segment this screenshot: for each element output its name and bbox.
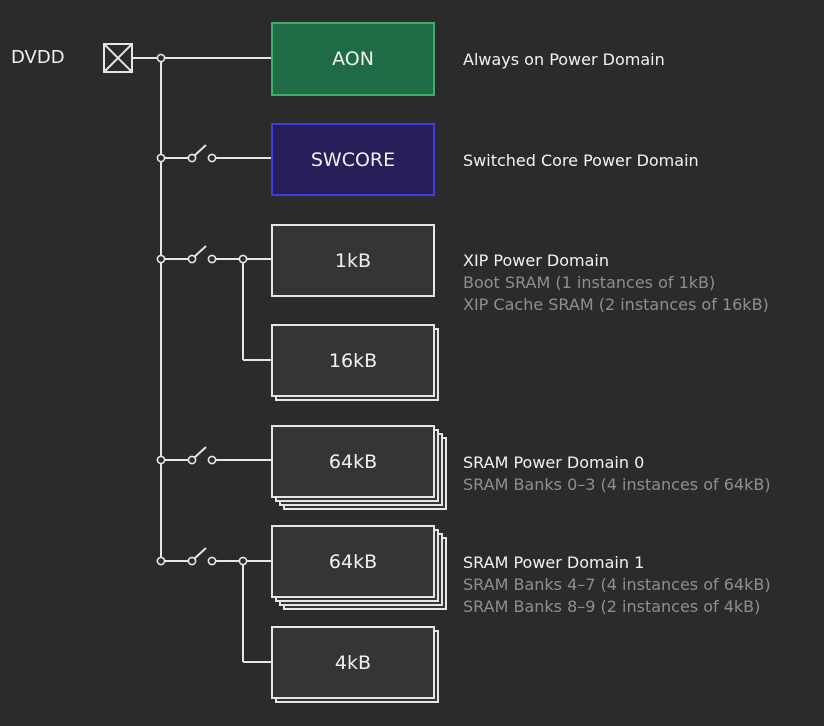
xip-domain-label: XIP Power Domain Boot SRAM (1 instances … bbox=[463, 250, 769, 316]
swcore-domain-label: Switched Core Power Domain bbox=[463, 150, 699, 172]
node bbox=[156, 153, 166, 163]
domain-title: XIP Power Domain bbox=[463, 251, 609, 270]
swcore-switch-blade bbox=[193, 144, 207, 157]
node bbox=[156, 455, 166, 465]
aon-domain-label: Always on Power Domain bbox=[463, 49, 665, 71]
domain-detail: SRAM Banks 0–3 (4 instances of 64kB) bbox=[463, 475, 771, 494]
node bbox=[156, 53, 166, 63]
domain-title: SRAM Power Domain 1 bbox=[463, 553, 645, 572]
node bbox=[187, 455, 197, 465]
sram0-bank-block: 64kB bbox=[271, 425, 435, 498]
domain-title: SRAM Power Domain 0 bbox=[463, 453, 645, 472]
sram0-domain-label: SRAM Power Domain 0 SRAM Banks 0–3 (4 in… bbox=[463, 452, 771, 496]
sram1-switch-blade bbox=[193, 547, 207, 560]
node bbox=[156, 254, 166, 264]
node bbox=[207, 556, 217, 566]
sram0-switch-blade bbox=[193, 446, 207, 459]
node bbox=[187, 556, 197, 566]
xip-cache-sram-block: 16kB bbox=[271, 324, 435, 397]
node bbox=[238, 254, 248, 264]
sram1-bank-block: 64kB bbox=[271, 525, 435, 598]
xip-switch-blade bbox=[193, 245, 207, 258]
node bbox=[207, 455, 217, 465]
sram1-4kb-block: 4kB bbox=[271, 626, 435, 699]
node bbox=[156, 556, 166, 566]
domain-title: Switched Core Power Domain bbox=[463, 151, 699, 170]
domain-detail: SRAM Banks 4–7 (4 instances of 64kB) bbox=[463, 575, 771, 594]
aon-block: AON bbox=[271, 22, 435, 96]
node bbox=[207, 153, 217, 163]
sram1-domain-label: SRAM Power Domain 1 SRAM Banks 4–7 (4 in… bbox=[463, 552, 771, 618]
node bbox=[187, 254, 197, 264]
swcore-block: SWCORE bbox=[271, 123, 435, 196]
node bbox=[187, 153, 197, 163]
node bbox=[207, 254, 217, 264]
boot-sram-block: 1kB bbox=[271, 224, 435, 297]
domain-detail: Boot SRAM (1 instances of 1kB) bbox=[463, 273, 716, 292]
power-domain-diagram: DVDD AON SWCORE 1kB 16kB 64kB 64kB 4kB A… bbox=[0, 0, 824, 726]
node bbox=[238, 556, 248, 566]
domain-detail: SRAM Banks 8–9 (2 instances of 4kB) bbox=[463, 597, 761, 616]
domain-detail: XIP Cache SRAM (2 instances of 16kB) bbox=[463, 295, 769, 314]
domain-title: Always on Power Domain bbox=[463, 50, 665, 69]
